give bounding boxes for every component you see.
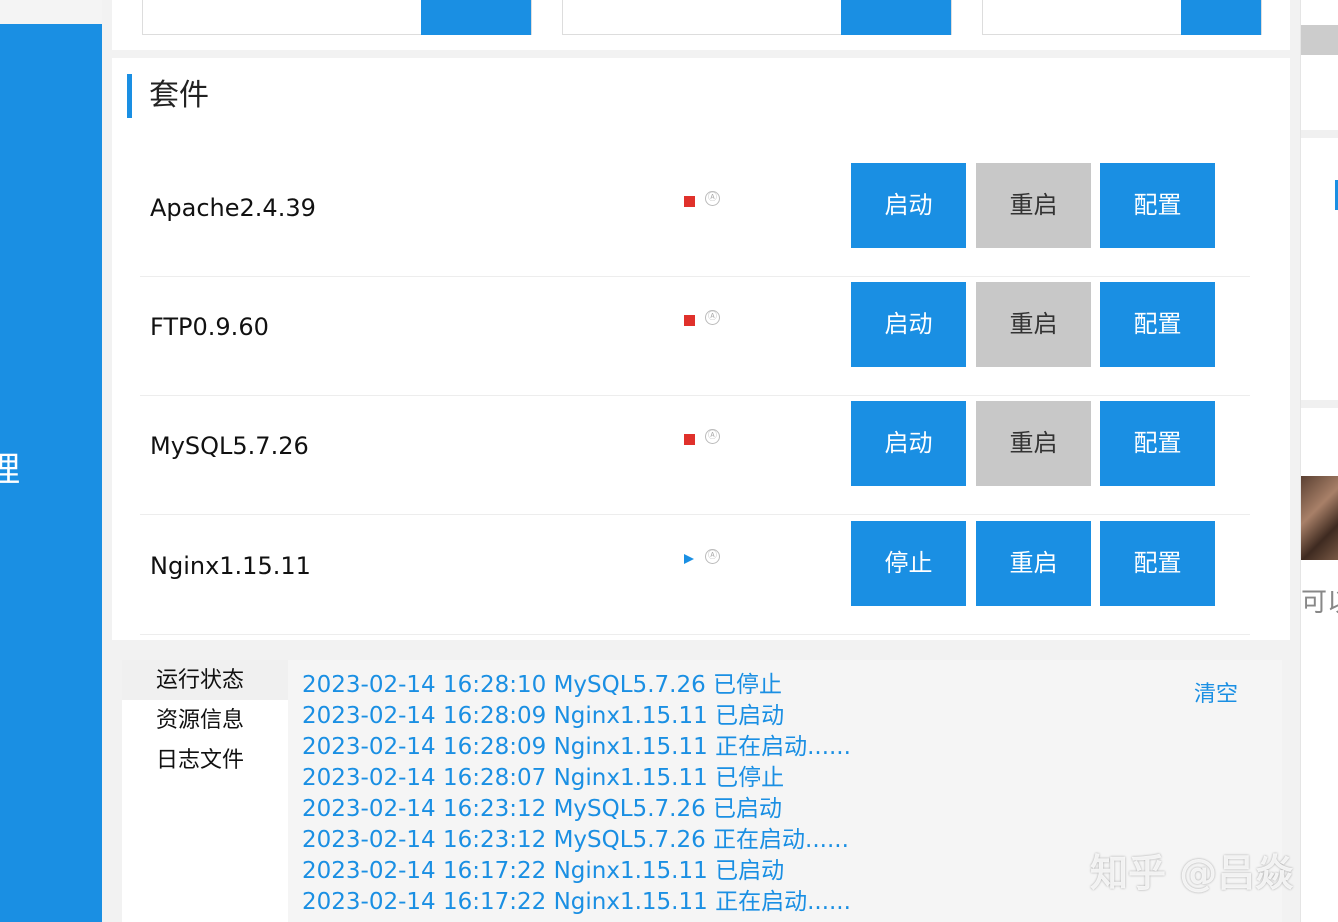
top-control-group-3 [982,0,1262,35]
right-panel-divider [1301,130,1338,138]
right-panel-image[interactable] [1301,476,1338,560]
restart-button[interactable]: 重启 [976,401,1091,486]
log-entry: 2023-02-14 16:28:07 Nginx1.15.11 已停止 [302,765,785,791]
sidebar-partial-label: 理 [0,450,20,490]
restart-button[interactable]: 重启 [976,282,1091,367]
start-button[interactable]: 启动 [851,401,966,486]
auto-start-icon[interactable]: Ⓐ [705,310,720,325]
log-entry: 2023-02-14 16:23:12 MySQL5.7.26 正在启动....… [302,827,849,853]
log-entry: 2023-02-14 16:28:09 Nginx1.15.11 已启动 [302,703,785,729]
suite-name: Apache2.4.39 [150,194,316,222]
right-panel-divider [1301,400,1338,408]
auto-start-icon[interactable]: Ⓐ [705,191,720,206]
suite-row-ftp: FTP0.9.60 Ⓐ 启动 重启 配置 [140,277,1250,396]
log-entry: 2023-02-14 16:28:09 Nginx1.15.11 正在启动...… [302,734,851,760]
config-button[interactable]: 配置 [1100,401,1215,486]
suite-name: FTP0.9.60 [150,313,269,341]
start-button[interactable]: 启动 [851,163,966,248]
stop-button[interactable]: 停止 [851,521,966,606]
top-control-group-1 [142,0,532,35]
restart-button[interactable]: 重启 [976,163,1091,248]
stopped-status-icon [684,196,695,207]
right-panel-header [1301,25,1338,55]
tab-resource-info[interactable]: 资源信息 [122,700,288,740]
log-entry: 2023-02-14 16:17:22 Nginx1.15.11 正在启动...… [302,889,851,915]
main-content: 套件 Apache2.4.39 Ⓐ 启动 重启 配置 FTP0.9.60 Ⓐ 启… [102,0,1300,922]
clear-log-button[interactable]: 清空 [1194,676,1238,708]
start-button[interactable]: 启动 [851,282,966,367]
suite-row-mysql: MySQL5.7.26 Ⓐ 启动 重启 配置 [140,396,1250,515]
log-entry: 2023-02-14 16:23:12 MySQL5.7.26 已启动 [302,796,783,822]
running-status-icon [684,554,694,564]
config-button[interactable]: 配置 [1100,163,1215,248]
config-button[interactable]: 配置 [1100,521,1215,606]
stopped-status-icon [684,434,695,445]
top-control-group-2 [562,0,952,35]
log-list: 2023-02-14 16:28:10 MySQL5.7.26 已停止 2023… [302,670,851,918]
watermark: 知乎 @吕焱 [1090,851,1294,895]
suite-row-apache: Apache2.4.39 Ⓐ 启动 重启 配置 [140,158,1250,277]
suite-row-nginx: Nginx1.15.11 Ⓐ 停止 重启 配置 [140,516,1250,635]
restart-button[interactable]: 重启 [976,521,1091,606]
suite-name: MySQL5.7.26 [150,432,309,460]
auto-start-icon[interactable]: Ⓐ [705,429,720,444]
log-tabs: 运行状态 资源信息 日志文件 [122,660,288,922]
suite-name: Nginx1.15.11 [150,552,311,580]
tab-run-status[interactable]: 运行状态 [122,660,288,700]
stopped-status-icon [684,315,695,326]
suite-panel: 套件 Apache2.4.39 Ⓐ 启动 重启 配置 FTP0.9.60 Ⓐ 启… [112,58,1290,640]
top-control-button-3[interactable] [1181,0,1261,35]
log-entry: 2023-02-14 16:28:10 MySQL5.7.26 已停止 [302,672,783,698]
top-control-button-1[interactable] [421,0,531,35]
log-entry: 2023-02-14 16:17:22 Nginx1.15.11 已启动 [302,858,785,884]
top-controls [112,0,1290,50]
left-sidebar: 理 [0,24,102,922]
auto-start-icon[interactable]: Ⓐ [705,549,720,564]
config-button[interactable]: 配置 [1100,282,1215,367]
tab-log-files[interactable]: 日志文件 [122,740,288,780]
right-panel-text: 可以 [1301,588,1338,618]
top-control-button-2[interactable] [841,0,951,35]
suite-title: 套件 [127,74,209,118]
right-side-panel: 可以 [1300,0,1338,922]
